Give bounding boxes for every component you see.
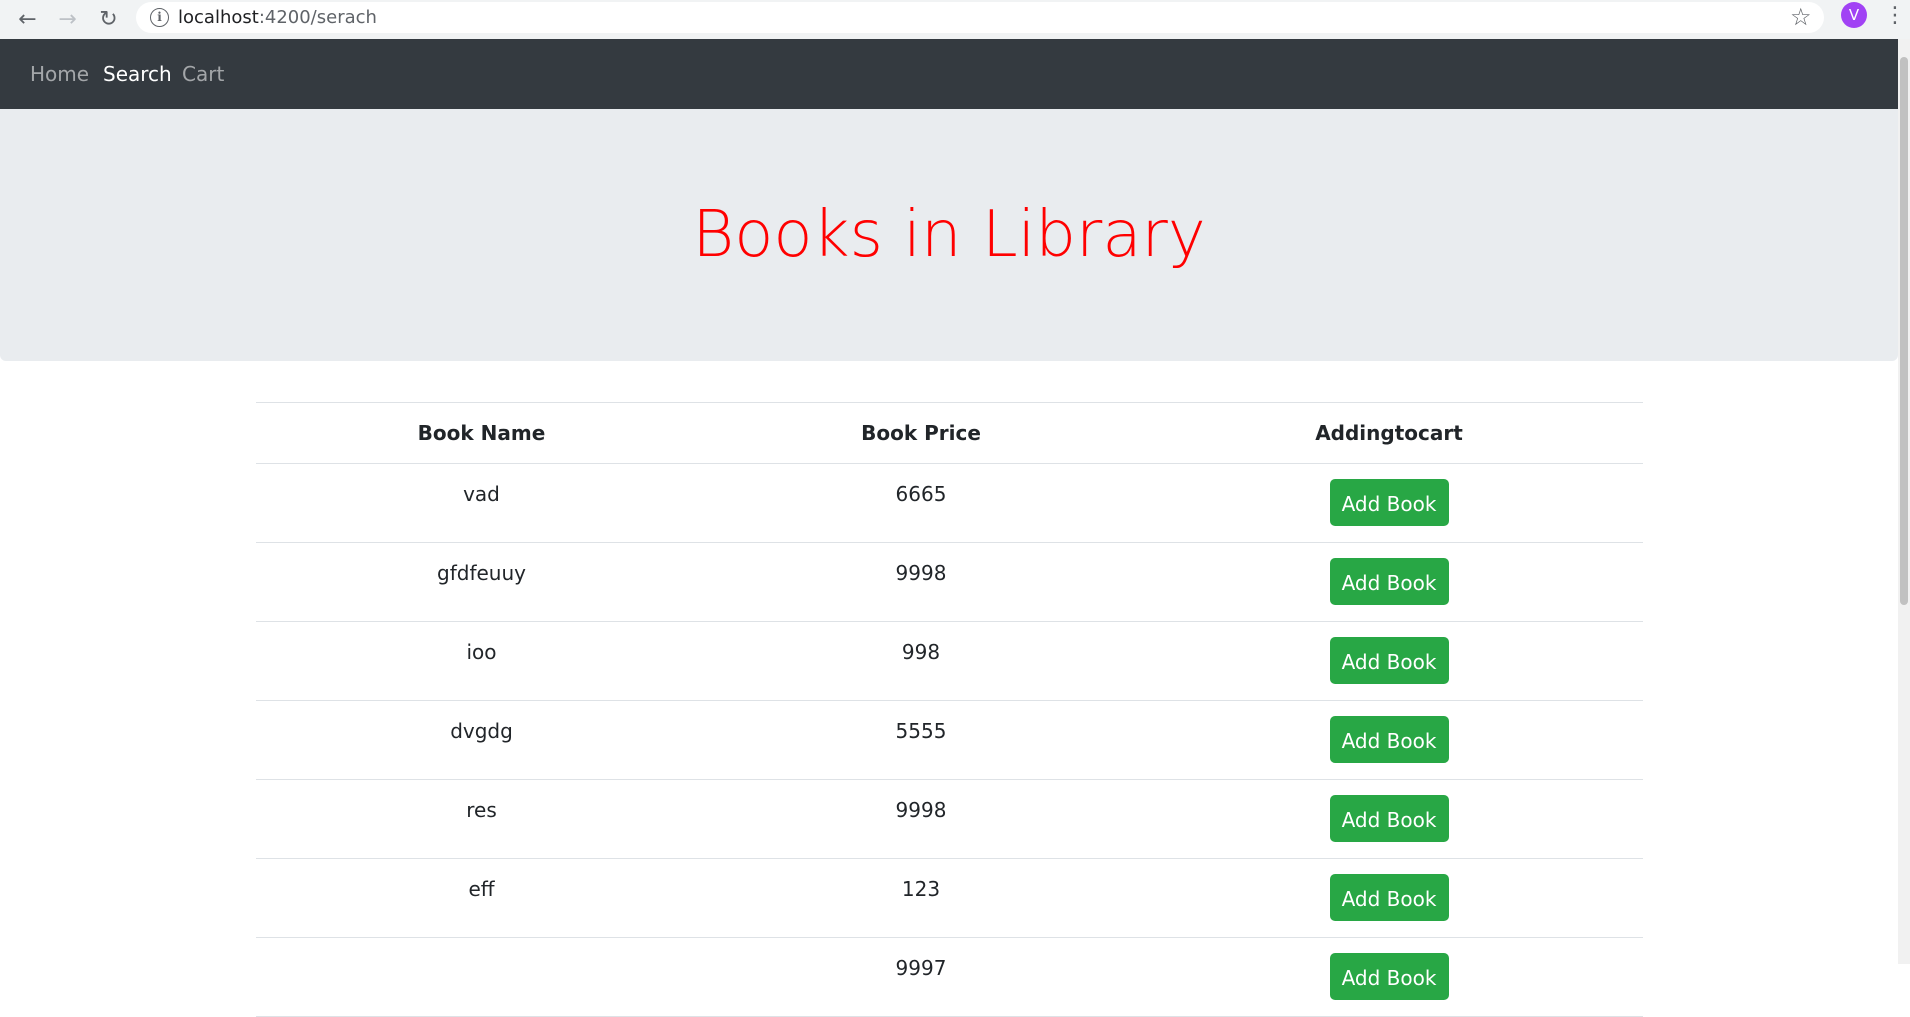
books-table-container: Book Name Book Price Addingtocart vad 66… bbox=[256, 402, 1643, 1017]
book-price-cell: 5555 bbox=[707, 700, 1135, 780]
action-cell: Add Book bbox=[1135, 463, 1643, 543]
nav-link-search[interactable]: Search bbox=[103, 39, 172, 109]
action-cell: Add Book bbox=[1135, 937, 1643, 1017]
header-adding-to-cart: Addingtocart bbox=[1135, 402, 1643, 464]
table-row: vad 6665 Add Book bbox=[256, 463, 1643, 543]
book-name-cell bbox=[256, 937, 707, 1017]
page-scrollbar[interactable] bbox=[1898, 39, 1910, 964]
table-row: ioo 998 Add Book bbox=[256, 621, 1643, 701]
nav-link-cart[interactable]: Cart bbox=[182, 39, 224, 109]
book-name-cell: eff bbox=[256, 858, 707, 938]
address-url[interactable]: localhost:4200/serach bbox=[178, 2, 377, 33]
table-row: gfdfeuuy 9998 Add Book bbox=[256, 542, 1643, 622]
info-icon[interactable]: i bbox=[150, 8, 169, 27]
star-icon[interactable]: ☆ bbox=[1790, 2, 1812, 33]
book-name-cell: dvgdg bbox=[256, 700, 707, 780]
action-cell: Add Book bbox=[1135, 621, 1643, 701]
table-row: res 9998 Add Book bbox=[256, 779, 1643, 859]
add-book-button[interactable]: Add Book bbox=[1329, 479, 1449, 526]
browser-toolbar: ← → ↻ i localhost:4200/serach ☆ V ⋮ bbox=[0, 0, 1910, 40]
address-bar[interactable]: i localhost:4200/serach bbox=[136, 2, 1824, 33]
add-book-button[interactable]: Add Book bbox=[1329, 795, 1449, 842]
url-path: :4200/serach bbox=[258, 7, 377, 28]
scrollbar-thumb[interactable] bbox=[1900, 57, 1908, 605]
book-name-cell: res bbox=[256, 779, 707, 859]
add-book-button[interactable]: Add Book bbox=[1329, 716, 1449, 763]
action-cell: Add Book bbox=[1135, 700, 1643, 780]
table-row: eff 123 Add Book bbox=[256, 858, 1643, 938]
book-price-cell: 9998 bbox=[707, 779, 1135, 859]
header-book-price: Book Price bbox=[707, 402, 1135, 464]
add-book-button[interactable]: Add Book bbox=[1329, 953, 1449, 1000]
book-price-cell: 6665 bbox=[707, 463, 1135, 543]
table-header-row: Book Name Book Price Addingtocart bbox=[256, 402, 1643, 464]
nav-link-home[interactable]: Home bbox=[30, 39, 89, 109]
avatar[interactable]: V bbox=[1841, 2, 1867, 28]
header-book-name: Book Name bbox=[256, 402, 707, 464]
add-book-button[interactable]: Add Book bbox=[1329, 558, 1449, 605]
back-icon[interactable]: ← bbox=[8, 0, 47, 39]
action-cell: Add Book bbox=[1135, 858, 1643, 938]
book-name-cell: ioo bbox=[256, 621, 707, 701]
book-price-cell: 9998 bbox=[707, 542, 1135, 622]
jumbotron: Books in Library bbox=[0, 109, 1898, 361]
add-book-button[interactable]: Add Book bbox=[1329, 637, 1449, 684]
book-name-cell: gfdfeuuy bbox=[256, 542, 707, 622]
url-host: localhost bbox=[178, 7, 259, 28]
book-name-cell: vad bbox=[256, 463, 707, 543]
book-price-cell: 9997 bbox=[707, 937, 1135, 1017]
forward-icon[interactable]: → bbox=[48, 0, 87, 39]
add-book-button[interactable]: Add Book bbox=[1329, 874, 1449, 921]
reload-icon[interactable]: ↻ bbox=[89, 0, 128, 39]
navbar: Home Search Cart bbox=[0, 39, 1898, 109]
page-title: Books in Library bbox=[692, 198, 1206, 272]
menu-icon[interactable]: ⋮ bbox=[1884, 0, 1906, 31]
table-row: 9997 Add Book bbox=[256, 937, 1643, 1017]
book-price-cell: 123 bbox=[707, 858, 1135, 938]
book-price-cell: 998 bbox=[707, 621, 1135, 701]
action-cell: Add Book bbox=[1135, 542, 1643, 622]
books-table: Book Name Book Price Addingtocart vad 66… bbox=[256, 402, 1643, 1017]
table-row: dvgdg 5555 Add Book bbox=[256, 700, 1643, 780]
action-cell: Add Book bbox=[1135, 779, 1643, 859]
